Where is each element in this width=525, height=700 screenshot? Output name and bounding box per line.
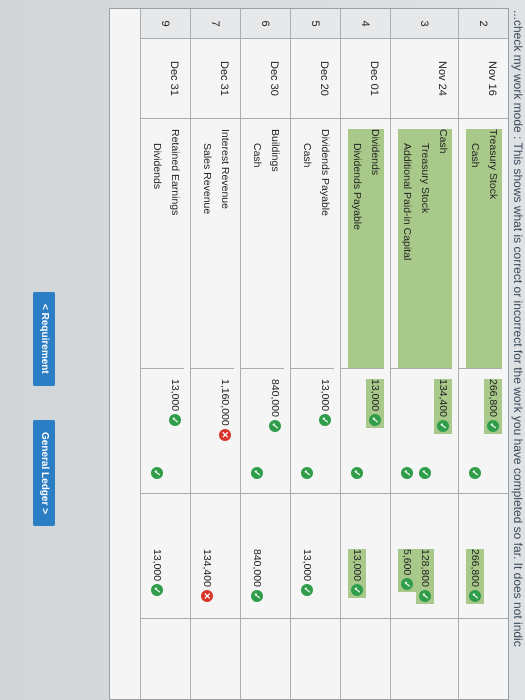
date-cell[interactable]: Dec 31 — [191, 39, 240, 119]
row-number: 3 — [391, 9, 458, 39]
debit-amount[interactable]: 1,160,000 ✕ — [216, 379, 234, 443]
account-cell: Dividends Payable Cash — [290, 119, 334, 369]
account-name[interactable]: Cash — [466, 129, 484, 368]
debit-amount[interactable]: 266,800 ✓ — [484, 379, 502, 434]
correct-check-icon: ✓ — [351, 584, 363, 597]
status-check-icon: ✓ — [301, 467, 313, 479]
incorrect-x-icon: ✕ — [219, 428, 231, 441]
correct-check-icon: ✓ — [169, 414, 181, 427]
credit-amount[interactable]: 13,000 ✓ — [298, 549, 316, 598]
correct-check-icon: ✓ — [469, 589, 481, 602]
correct-check-icon: ✓ — [301, 584, 313, 597]
correct-check-icon: ✓ — [419, 589, 431, 602]
status-check-icon: ✓ — [401, 467, 413, 479]
account-name[interactable]: Dividends Payable — [348, 129, 366, 368]
date-cell[interactable]: Dec 20 — [291, 39, 340, 119]
credit-amount[interactable]: 13,000 ✓ — [148, 549, 166, 598]
row-number: 6 — [241, 9, 290, 39]
table-row: 6 Dec 30 840,000 ✓ 840,000 ✓ ✓ Buildings Cash — [240, 9, 290, 699]
row-number: 4 — [341, 9, 390, 39]
account-cell: Cash Treasury Stock Additional Paid-in Cap… — [390, 119, 452, 369]
table-row: 2 Nov 16 266,800 ✓ 266,800 ✓ ✓ Treasury Stock Ca… — [458, 9, 508, 699]
row-number: 7 — [191, 9, 240, 39]
date-cell[interactable]: Nov 24 — [391, 39, 458, 119]
status-check-icon: ✓ — [351, 467, 363, 479]
status-check-icon: ✓ — [251, 467, 263, 479]
account-name[interactable]: Retained Earnings — [166, 129, 184, 368]
general-ledger-button[interactable]: General Ledger > — [33, 420, 55, 526]
debit-amount[interactable]: 13,000 ✓ — [166, 379, 184, 428]
account-name[interactable]: Cash — [298, 129, 316, 368]
journal-entry-table: 2 Nov 16 266,800 ✓ 266,800 ✓ ✓ Treasury Stock Ca… — [109, 8, 509, 700]
account-name[interactable]: Sales Revenue — [198, 129, 216, 368]
account-name[interactable]: Treasury Stock — [416, 129, 434, 368]
account-cell: Interest Revenue Sales Revenue — [190, 119, 234, 369]
table-row: 3 Nov 24 134,400 ✓ 128,800 ✓ ✓ 5,600 ✓ ✓ Cash Treas… — [390, 9, 458, 699]
debit-amount[interactable]: 13,000 ✓ — [316, 379, 334, 428]
status-check-icon: ✓ — [419, 467, 431, 479]
date-cell[interactable]: Dec 01 — [341, 39, 390, 119]
rotated-screen: ...check my work mode : This shows what … — [0, 0, 525, 700]
account-cell: Treasury Stock Cash — [458, 119, 502, 369]
account-cell: Dividends Dividends Payable — [340, 119, 384, 369]
table-row: 4 Dec 01 13,000 ✓ 13,000 ✓ ✓ Dividends Dividends… — [340, 9, 390, 699]
correct-check-icon: ✓ — [151, 584, 163, 597]
debit-amount[interactable]: 840,000 ✓ — [266, 379, 284, 434]
debit-amount[interactable]: 134,400 ✓ — [434, 379, 452, 434]
correct-check-icon: ✓ — [437, 419, 449, 432]
account-name[interactable]: Cash — [434, 129, 452, 368]
check-my-work-banner: ...check my work mode : This shows what … — [511, 10, 525, 647]
correct-check-icon: ✓ — [319, 414, 331, 427]
date-cell[interactable]: Dec 31 — [141, 39, 190, 119]
credit-amount[interactable]: 134,400 ✕ — [198, 549, 216, 604]
credit-amount[interactable]: 266,800 ✓ — [466, 549, 484, 604]
debit-amount[interactable]: 13,000 ✓ — [366, 379, 384, 429]
account-name[interactable]: Additional Paid-in Capital — [398, 129, 416, 368]
table-row: 9 Dec 31 13,000 ✓ 13,000 ✓ ✓ Retained Earnings D… — [140, 9, 190, 699]
table-row: 7 Dec 31 1,160,000 ✕ 134,400 ✕ Interest Revenu… — [190, 9, 240, 699]
row-number: 9 — [141, 9, 190, 39]
account-name[interactable]: Dividends — [148, 129, 166, 368]
account-name[interactable]: Interest Revenue — [216, 129, 234, 368]
account-name[interactable]: Treasury Stock — [484, 129, 502, 368]
account-cell: Retained Earnings Dividends — [140, 119, 184, 369]
incorrect-x-icon: ✕ — [201, 589, 213, 602]
credit-amount[interactable]: 13,000 ✓ — [348, 549, 366, 599]
status-check-icon: ✓ — [469, 467, 481, 479]
account-name[interactable]: Buildings — [266, 129, 284, 368]
account-name[interactable]: Cash — [248, 129, 266, 368]
table-row: 5 Dec 20 13,000 ✓ 13,000 ✓ ✓ Dividends Payable C… — [290, 9, 340, 699]
correct-check-icon: ✓ — [251, 589, 263, 602]
correct-check-icon: ✓ — [401, 578, 413, 591]
date-cell[interactable]: Nov 16 — [459, 39, 508, 119]
credit-amount[interactable]: 128,800 ✓ — [416, 549, 434, 604]
requirement-button[interactable]: < Requirement — [33, 292, 55, 386]
correct-check-icon: ✓ — [369, 414, 381, 427]
credit-amount[interactable]: 5,600 ✓ — [398, 549, 416, 593]
correct-check-icon: ✓ — [487, 419, 499, 432]
account-cell: Buildings Cash — [240, 119, 284, 369]
account-name[interactable]: Dividends Payable — [316, 129, 334, 368]
status-check-icon: ✓ — [151, 467, 163, 479]
date-cell[interactable]: Dec 30 — [241, 39, 290, 119]
account-name[interactable]: Dividends — [366, 129, 384, 368]
credit-amount[interactable]: 840,000 ✓ — [248, 549, 266, 604]
row-number: 5 — [291, 9, 340, 39]
row-number: 2 — [459, 9, 508, 39]
correct-check-icon: ✓ — [269, 419, 281, 432]
